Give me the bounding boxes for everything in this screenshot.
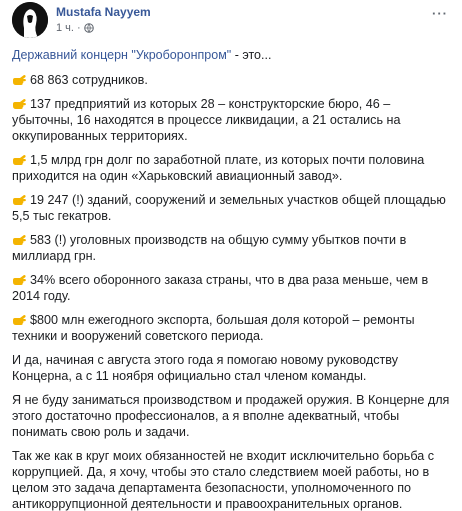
pointing-hand-icon [13,155,26,165]
post-meta: 1 ч. · [56,22,94,34]
bullet-item: 583 (!) уголовных производств на общую с… [12,232,452,264]
bullet-item: 137 предприятий из которых 28 – конструк… [12,96,452,144]
bullet-item: 34% всего оборонного заказа страны, что … [12,272,452,304]
author-name-link[interactable]: Mustafa Nayyem [56,5,151,19]
title-link[interactable]: Державний концерн "Укроборонпром" [12,48,231,62]
bullet-text: 583 (!) уголовных производств на общую с… [12,233,407,263]
meta-separator: · [76,22,81,34]
bullet-text: 19 247 (!) зданий, сооружений и земельны… [12,193,446,223]
bullet-text: 137 предприятий из которых 28 – конструк… [12,97,401,143]
paragraph: Так же как в круг моих обязанностей не в… [12,449,435,511]
more-options-button[interactable]: ··· [432,6,448,21]
bullet-text: $800 млн ежегодного экспорта, большая до… [12,313,415,343]
facebook-post: Mustafa Nayyem 1 ч. · ··· Державний конц… [0,0,462,511]
paragraph: Я не буду заниматься производством и про… [12,393,450,439]
pointing-hand-icon [13,99,26,109]
pointing-hand-icon [13,75,26,85]
author-avatar[interactable] [12,2,48,38]
bullet-item: 68 863 сотрудников. [12,72,452,88]
post-body: 68 863 сотрудников. 137 предприятий из к… [12,72,452,511]
bullet-item: 1,5 млрд грн долг по заработной плате, и… [12,152,452,184]
globe-icon [83,23,94,33]
title-rest: - это... [231,48,272,62]
pointing-hand-icon [13,315,26,325]
post-timestamp-link[interactable]: 1 ч. [56,22,74,34]
post-title: Державний концерн "Укроборонпром" - это.… [12,48,452,62]
post-header: Mustafa Nayyem 1 ч. · ··· [12,0,452,44]
bullet-text: 68 863 сотрудников. [30,73,148,87]
bullet-text: 1,5 млрд грн долг по заработной плате, и… [12,153,425,183]
paragraph: И да, начиная с августа этого года я пом… [12,353,399,383]
pointing-hand-icon [13,195,26,205]
avatar-silhouette-icon [12,2,48,38]
bullet-item: $800 млн ежегодного экспорта, большая до… [12,312,452,344]
bullet-text: 34% всего оборонного заказа страны, что … [12,273,429,303]
pointing-hand-icon [13,275,26,285]
bullet-item: 19 247 (!) зданий, сооружений и земельны… [12,192,452,224]
pointing-hand-icon [13,235,26,245]
